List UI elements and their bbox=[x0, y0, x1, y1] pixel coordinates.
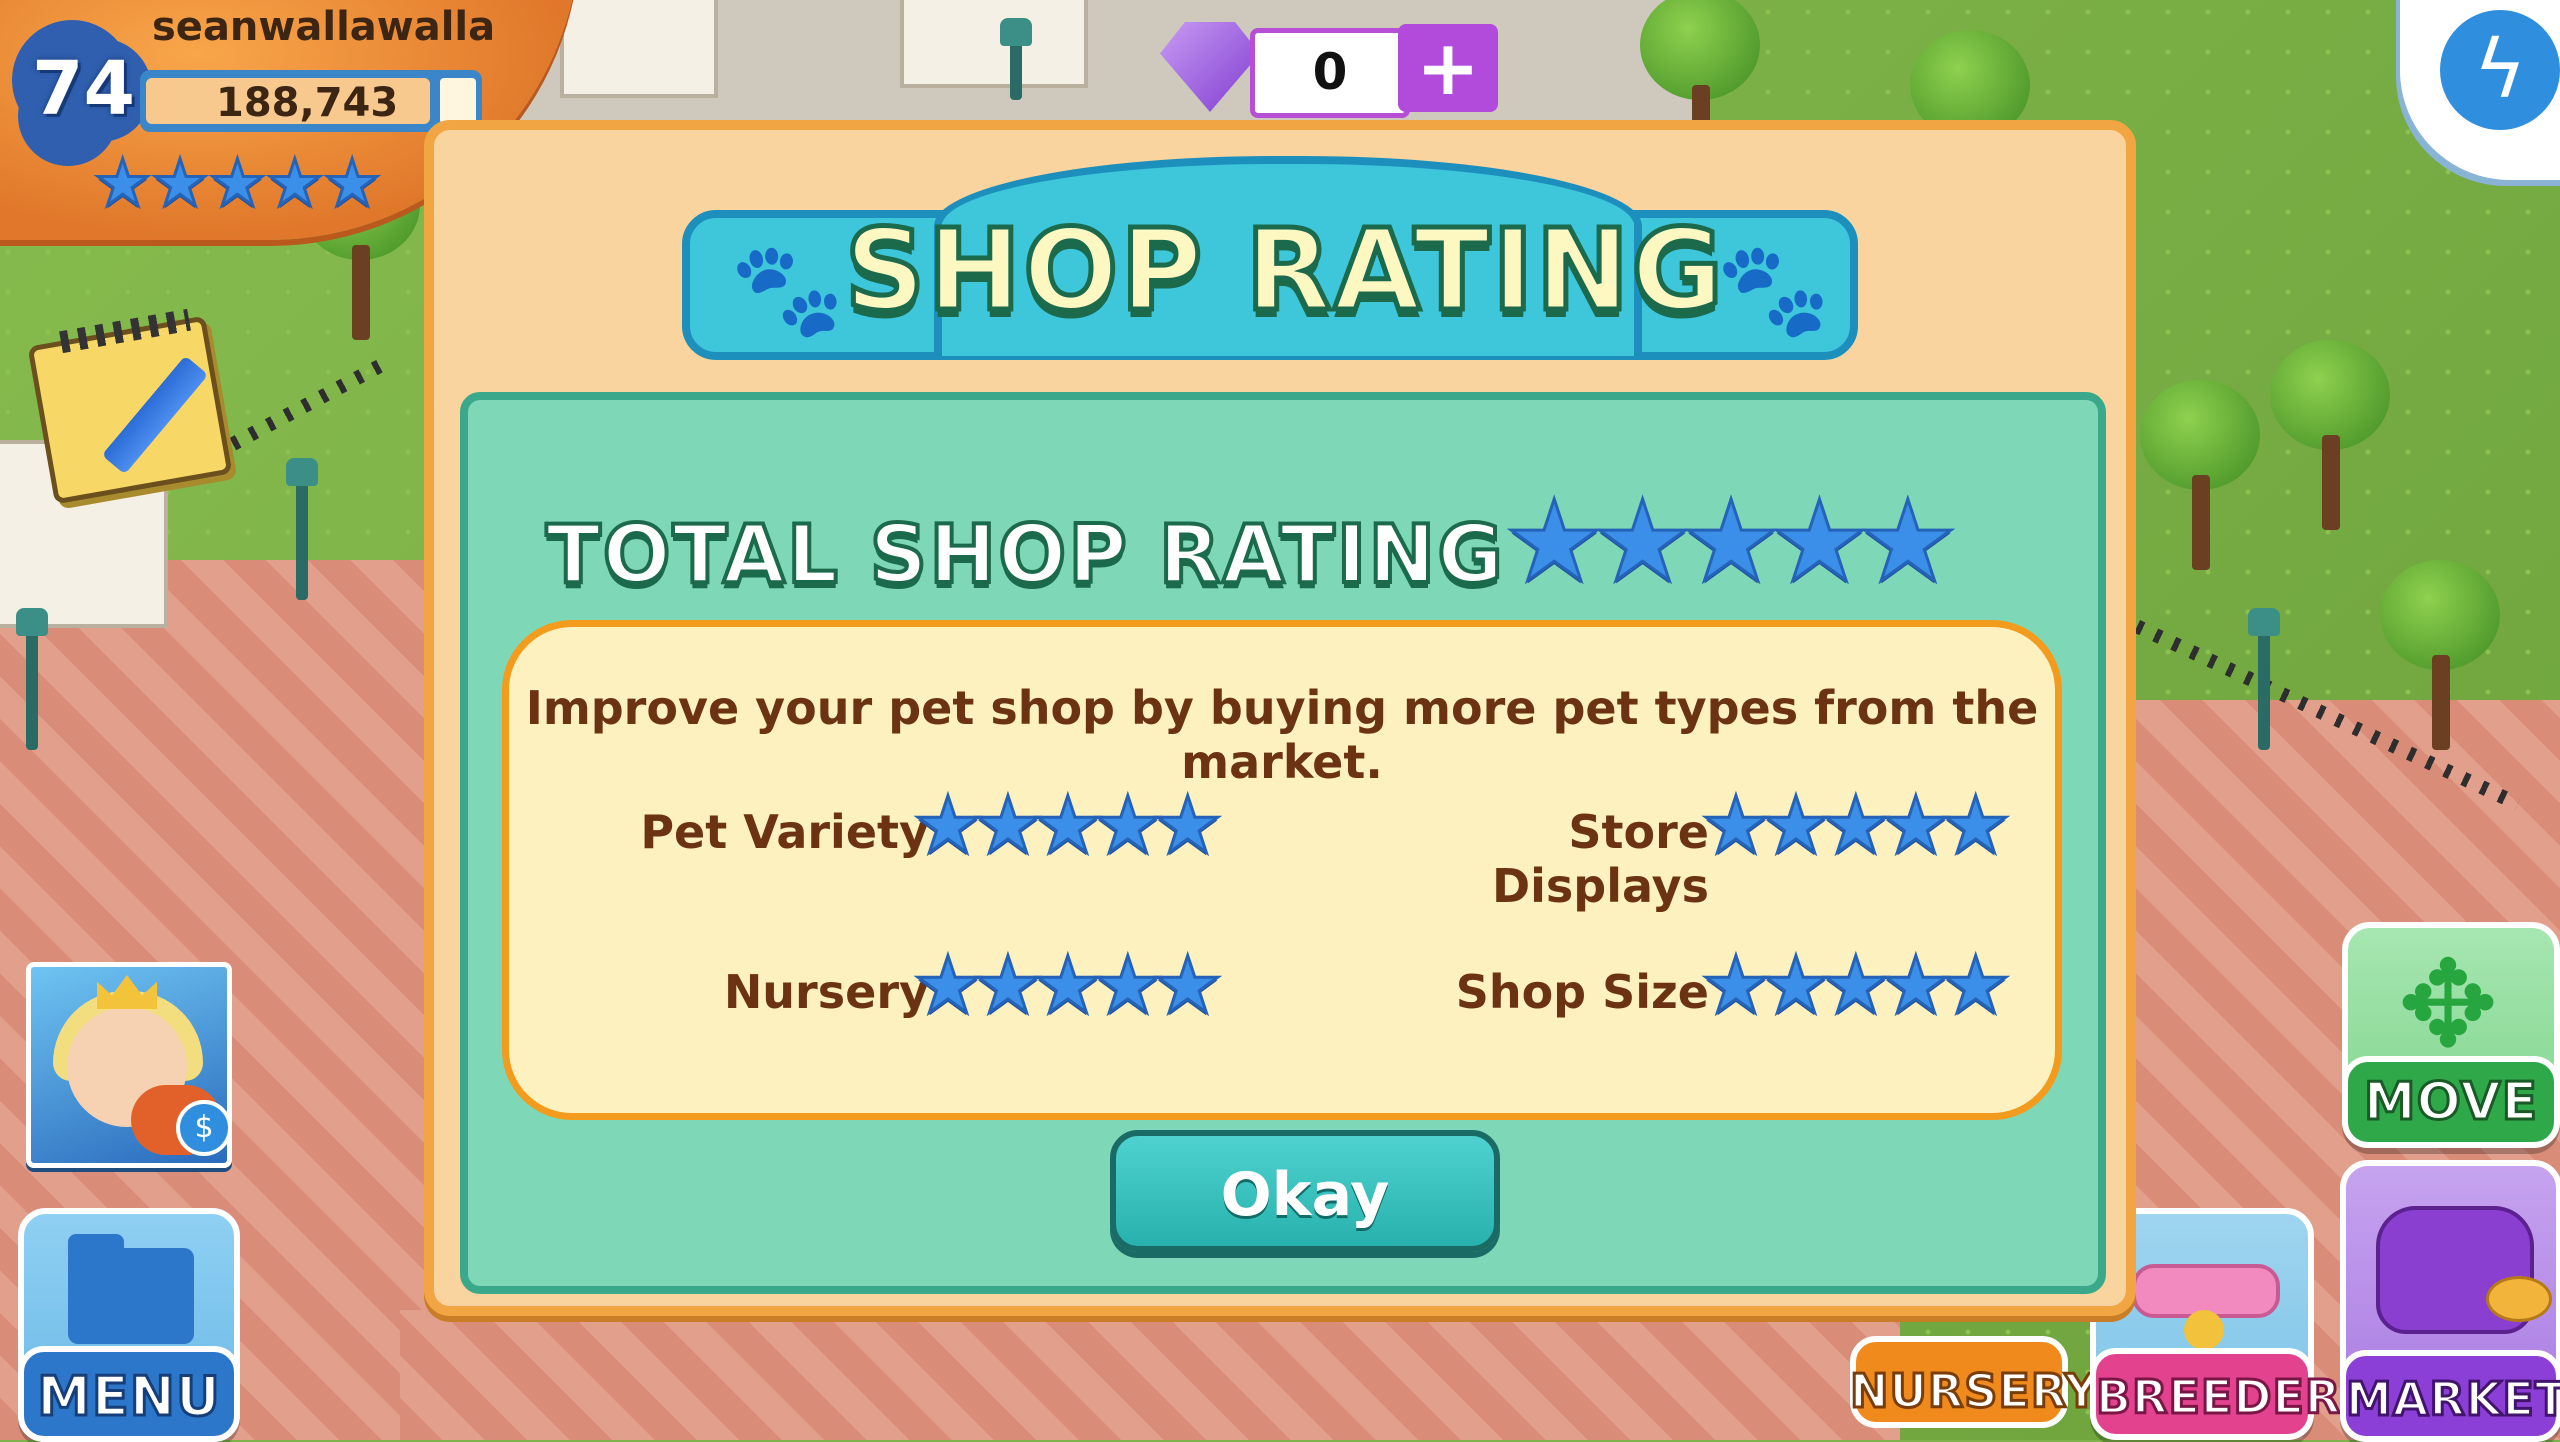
nursery-rating-label: Nursery bbox=[723, 965, 929, 1019]
store-displays-label: Store Displays bbox=[1491, 805, 1709, 913]
shop-size-stars: ★ ★ ★ ★ ★ bbox=[1700, 946, 2013, 1027]
shop-size-label: Shop Size bbox=[1455, 965, 1709, 1019]
star-icon: ★ bbox=[1151, 781, 1224, 871]
shop-rating-dialog: 🐾 🐾 SHOP RATING TOTAL SHOP RATING ★ ★ ★ … bbox=[424, 120, 2136, 1316]
okay-button[interactable]: Okay bbox=[1110, 1130, 1500, 1252]
dialog-title: SHOP RATING bbox=[842, 204, 1726, 339]
pet-variety-label: Pet Variety bbox=[640, 805, 929, 859]
store-displays-stars: ★ ★ ★ ★ ★ bbox=[1700, 786, 2013, 867]
star-icon: ★ bbox=[1591, 477, 1694, 607]
total-rating-label: TOTAL SHOP RATING bbox=[544, 506, 1505, 603]
star-icon: ★ bbox=[1856, 477, 1959, 607]
rating-info-box: Improve your pet shop by buying more pet… bbox=[502, 620, 2062, 1120]
rating-panel: TOTAL SHOP RATING ★ ★ ★ ★ ★ Improve your… bbox=[460, 392, 2106, 1294]
total-rating-stars: ★ ★ ★ ★ ★ bbox=[1502, 477, 1959, 607]
star-icon: ★ bbox=[1502, 477, 1605, 607]
star-icon: ★ bbox=[1679, 477, 1782, 607]
star-icon: ★ bbox=[1939, 781, 2012, 871]
star-icon: ★ bbox=[1939, 941, 2012, 1031]
nursery-rating-stars: ★ ★ ★ ★ ★ bbox=[912, 946, 1225, 1027]
pet-variety-stars: ★ ★ ★ ★ ★ bbox=[912, 786, 1225, 867]
okay-label: Okay bbox=[1220, 1160, 1390, 1230]
star-icon: ★ bbox=[1768, 477, 1871, 607]
star-icon: ★ bbox=[1151, 941, 1224, 1031]
rating-hint-text: Improve your pet shop by buying more pet… bbox=[525, 681, 2039, 789]
